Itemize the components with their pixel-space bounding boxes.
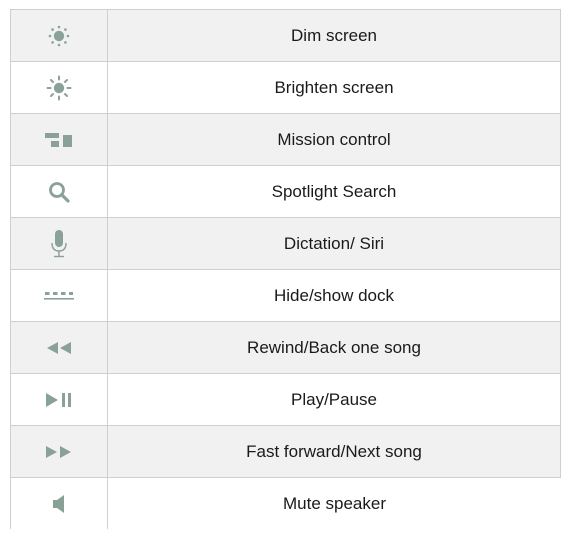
row-label: Dim screen: [291, 25, 377, 45]
rewind-icon: [46, 340, 72, 356]
icon-cell: [11, 114, 108, 165]
row-label: Brighten screen: [274, 77, 394, 97]
search-icon: [47, 180, 71, 204]
icon-cell: [11, 426, 108, 477]
dock-icon: [44, 291, 74, 301]
icon-cell: [11, 322, 108, 373]
row-label: Rewind/Back one song: [247, 337, 421, 357]
table-row: Mission control: [10, 113, 561, 165]
row-label: Fast forward/Next song: [246, 441, 422, 461]
microphone-icon: [49, 228, 69, 260]
table-row: Dim screen: [10, 9, 561, 61]
table-row: Mute speaker: [10, 477, 561, 529]
table-row: Rewind/Back one song: [10, 321, 561, 373]
icon-cell: [11, 10, 108, 61]
table-row: Brighten screen: [10, 61, 561, 113]
mute-speaker-icon: [51, 494, 67, 514]
icon-cell: [11, 166, 108, 217]
row-label: Dictation/ Siri: [283, 233, 385, 253]
row-label: Mission control: [277, 129, 391, 149]
row-label: Mute speaker: [283, 493, 386, 513]
mission-control-icon: [44, 130, 74, 150]
dim-brightness-icon: [46, 23, 72, 49]
row-label: Play/Pause: [291, 389, 377, 409]
icon-cell: [11, 478, 108, 529]
row-label: Hide/show dock: [273, 285, 394, 305]
icon-cell: [11, 374, 108, 425]
icon-cell: [11, 270, 108, 321]
table-row: Hide/show dock: [10, 269, 561, 321]
play-pause-icon: [45, 391, 73, 409]
icon-cell: [11, 218, 108, 269]
brighten-icon: [46, 75, 72, 101]
fast-forward-icon: [45, 444, 73, 460]
icon-cell: [11, 62, 108, 113]
table-row: Fast forward/Next song: [10, 425, 561, 477]
table-row: Spotlight Search: [10, 165, 561, 217]
table-row: Dictation/ Siri: [10, 217, 561, 269]
row-label: Spotlight Search: [271, 181, 397, 201]
table-row: Play/Pause: [10, 373, 561, 425]
shortcut-table: Dim screen Brighten screen Mission contr…: [10, 9, 561, 529]
